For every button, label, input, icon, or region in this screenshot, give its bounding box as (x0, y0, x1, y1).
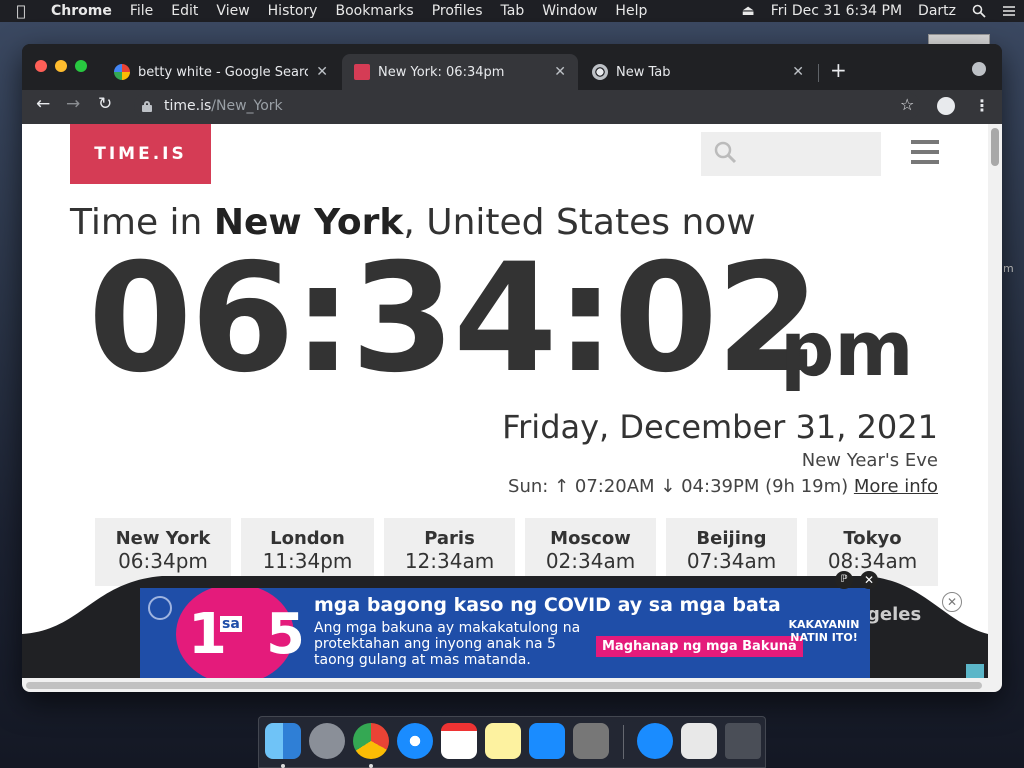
tab-title: betty white - Google Search (138, 64, 309, 80)
menu-history[interactable]: History (259, 3, 327, 19)
holiday-label[interactable]: New Year's Eve (802, 450, 938, 471)
macos-menubar:  Chrome File Edit View History Bookmark… (0, 0, 1024, 22)
ad-title: mga bagong kaso ng COVID ay sa mga bata (314, 594, 781, 616)
calendar-icon[interactable] (441, 723, 477, 759)
reload-icon[interactable]: ↻ (98, 94, 112, 114)
partially-hidden-city: geles (867, 604, 922, 625)
chrome-window: betty white - Google Search ✕ New York: … (22, 44, 1002, 692)
menu-file[interactable]: File (121, 3, 162, 19)
ad-body: Ang mga bakuna ay makakatulong na protek… (314, 620, 581, 668)
menu-tab[interactable]: Tab (492, 3, 534, 19)
desktop-label-fragment: m (1003, 262, 1014, 275)
running-indicator (369, 764, 373, 768)
back-arrow-icon[interactable]: ← (36, 94, 50, 114)
tab-close-icon[interactable]: ✕ (316, 64, 328, 80)
menubar-clock[interactable]: Fri Dec 31 6:34 PM (763, 3, 910, 19)
menubar-user[interactable]: Dartz (910, 3, 964, 19)
control-center-icon[interactable] (994, 3, 1024, 19)
tab-strip: betty white - Google Search ✕ New York: … (22, 44, 1002, 90)
menu-help[interactable]: Help (606, 3, 656, 19)
ad-cta-button[interactable]: Maghanap ng mga Bakuna (596, 636, 803, 657)
site-search-input[interactable] (701, 132, 881, 176)
app-store-folder-icon[interactable] (637, 723, 673, 759)
menu-bookmarks[interactable]: Bookmarks (326, 3, 422, 19)
new-tab-plus-icon[interactable]: + (830, 58, 847, 82)
sun-times: Sun: ↑ 07:20AM ↓ 04:39PM (9h 19m) More i… (508, 476, 938, 497)
vertical-scrollbar[interactable] (988, 124, 1002, 678)
window-zoom-button[interactable] (75, 60, 87, 72)
google-g-icon (114, 64, 130, 80)
menu-window[interactable]: Window (533, 3, 606, 19)
address-bar[interactable]: time.is/New_York (134, 92, 920, 120)
time-is-favicon-icon (354, 64, 370, 80)
ad-sa-label: sa (220, 616, 242, 632)
bookmark-star-icon[interactable]: ☆ (900, 95, 914, 114)
sticky-ad-container: geles ✕ 1 5 sa mga bagong kaso ng COVID … (22, 571, 988, 678)
tab-google-search[interactable]: betty white - Google Search ✕ (102, 54, 340, 90)
spotlight-search-icon[interactable] (964, 3, 994, 19)
vertical-scroll-thumb[interactable] (991, 128, 999, 166)
ad-corner-badge (966, 664, 984, 678)
url-host: time.is (164, 98, 212, 114)
forward-arrow-icon[interactable]: → (66, 94, 80, 114)
chrome-menu-icon[interactable]: ⋮ (974, 96, 990, 115)
system-preferences-icon[interactable] (573, 723, 609, 759)
profile-avatar-icon[interactable] (937, 97, 955, 115)
launchpad-icon[interactable] (309, 723, 345, 759)
chrome-icon (592, 64, 608, 80)
window-close-button[interactable] (35, 60, 47, 72)
tab-title: New Tab (616, 64, 671, 80)
time-is-logo[interactable]: TIME.IS (70, 124, 211, 184)
more-info-link[interactable]: More info (854, 476, 938, 497)
url-path: /New_York (211, 98, 283, 114)
covid-vaccine-ad[interactable]: 1 5 sa mga bagong kaso ng COVID ay sa mg… (140, 588, 870, 678)
safari-icon[interactable] (397, 723, 433, 759)
chrome-dock-icon[interactable] (353, 723, 389, 759)
notes-icon[interactable] (485, 723, 521, 759)
browser-toolbar: ← → ↻ time.is/New_York ☆ ⋮ (22, 90, 1002, 124)
horizontal-scrollbar[interactable] (22, 678, 1002, 692)
current-date: Friday, December 31, 2021 (502, 408, 938, 446)
ad-number: 1 5 (188, 602, 305, 667)
tab-separator (818, 64, 819, 82)
tab-close-icon[interactable]: ✕ (554, 64, 566, 80)
tab-new-tab[interactable]: New Tab ✕ (580, 54, 816, 90)
finder-icon[interactable] (265, 723, 301, 759)
tab-close-icon[interactable]: ✕ (792, 64, 804, 80)
menu-edit[interactable]: Edit (162, 3, 207, 19)
menu-view[interactable]: View (207, 3, 258, 19)
hamburger-menu-icon[interactable] (911, 140, 939, 166)
window-minimize-button[interactable] (55, 60, 67, 72)
horizontal-scroll-thumb[interactable] (26, 682, 982, 689)
app-store-icon[interactable] (529, 723, 565, 759)
running-indicator (281, 764, 285, 768)
current-time-clock: 06:34:02 (88, 232, 820, 406)
ad-info-icon[interactable]: ℙ (835, 571, 853, 589)
preview-document-icon[interactable] (681, 723, 717, 759)
search-icon (714, 141, 737, 164)
dock-separator (623, 725, 624, 759)
tab-time-is[interactable]: New York: 06:34pm ✕ (342, 54, 578, 90)
lock-icon[interactable] (142, 100, 152, 112)
apple-menu-icon[interactable]:  (0, 2, 42, 20)
menu-app-name[interactable]: Chrome (42, 3, 121, 19)
tab-search-icon[interactable] (972, 62, 986, 76)
trash-icon[interactable] (725, 723, 761, 759)
menu-profiles[interactable]: Profiles (423, 3, 492, 19)
tab-title: New York: 06:34pm (378, 64, 505, 80)
eject-icon[interactable]: ⏏ (733, 3, 762, 19)
ad-brand-logo: KAKAYANIN NATIN ITO! (788, 618, 860, 644)
am-pm-indicator: pm (780, 304, 914, 393)
ad-collapse-icon[interactable]: ✕ (860, 571, 878, 589)
web-page: TIME.IS Time in New York, United States … (22, 124, 988, 678)
ad-dismiss-icon[interactable]: ✕ (942, 592, 962, 612)
hhs-seal-icon (148, 596, 172, 620)
macos-dock (258, 716, 766, 768)
